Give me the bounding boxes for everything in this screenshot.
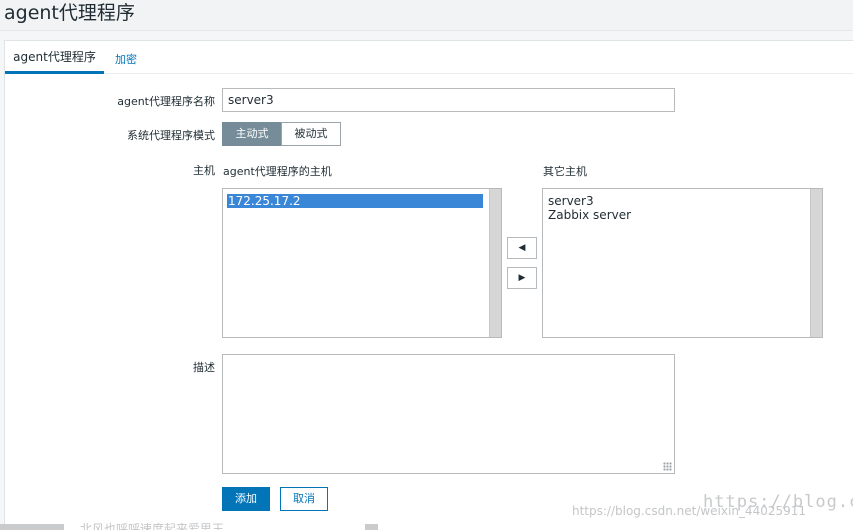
list-item[interactable]: Zabbix server	[548, 208, 631, 222]
move-left-button[interactable]: ◀	[507, 237, 537, 259]
proxy-mode-label: 系统代理程序模式	[127, 129, 215, 142]
arrow-left-icon: ◀	[518, 243, 526, 253]
cancel-button[interactable]: 取消	[280, 487, 328, 511]
footer-watermark: 北风也呼呼速度起来爱思王	[80, 522, 225, 530]
tab-agent-proxy[interactable]: agent代理程序	[5, 47, 104, 74]
move-right-button[interactable]: ▶	[507, 267, 537, 289]
form-container: agent代理程序 加密 agent代理程序名称 系统代理程序模式 主动式 被动…	[4, 40, 853, 530]
list-item[interactable]: 172.25.17.2	[227, 194, 483, 208]
other-hosts-header: 其它主机	[543, 165, 587, 178]
footer-bar-right	[365, 524, 378, 530]
mode-active-option[interactable]: 主动式	[222, 122, 282, 146]
page: agent代理程序 agent代理程序 加密 agent代理程序名称 系统代理程…	[0, 0, 853, 530]
arrow-right-icon: ▶	[518, 273, 526, 283]
csdn-watermark: https://blog.csdn.net/weixin_44025911	[572, 504, 807, 518]
page-header: agent代理程序	[0, 0, 853, 31]
proxy-name-label: agent代理程序名称	[117, 95, 215, 108]
description-label: 描述	[193, 361, 215, 374]
add-button[interactable]: 添加	[222, 487, 270, 511]
other-hosts-list[interactable]: server3 Zabbix server	[542, 188, 823, 338]
proxy-hosts-scrollbar[interactable]	[489, 189, 501, 337]
proxy-hosts-header: agent代理程序的主机	[223, 165, 332, 178]
tab-encryption[interactable]: 加密	[115, 51, 137, 67]
proxy-name-input[interactable]	[222, 88, 675, 112]
list-item[interactable]: server3	[548, 194, 594, 208]
mode-passive-option[interactable]: 被动式	[281, 122, 341, 146]
tab-bar: agent代理程序 加密	[5, 41, 853, 74]
footer-bar-left	[0, 524, 64, 530]
proxy-hosts-list[interactable]: 172.25.17.2	[222, 188, 502, 338]
description-textarea[interactable]	[222, 354, 675, 474]
hosts-label: 主机	[193, 164, 215, 177]
page-title: agent代理程序	[4, 2, 135, 24]
resize-grip-icon[interactable]	[663, 462, 672, 471]
other-hosts-scrollbar[interactable]	[810, 189, 822, 337]
